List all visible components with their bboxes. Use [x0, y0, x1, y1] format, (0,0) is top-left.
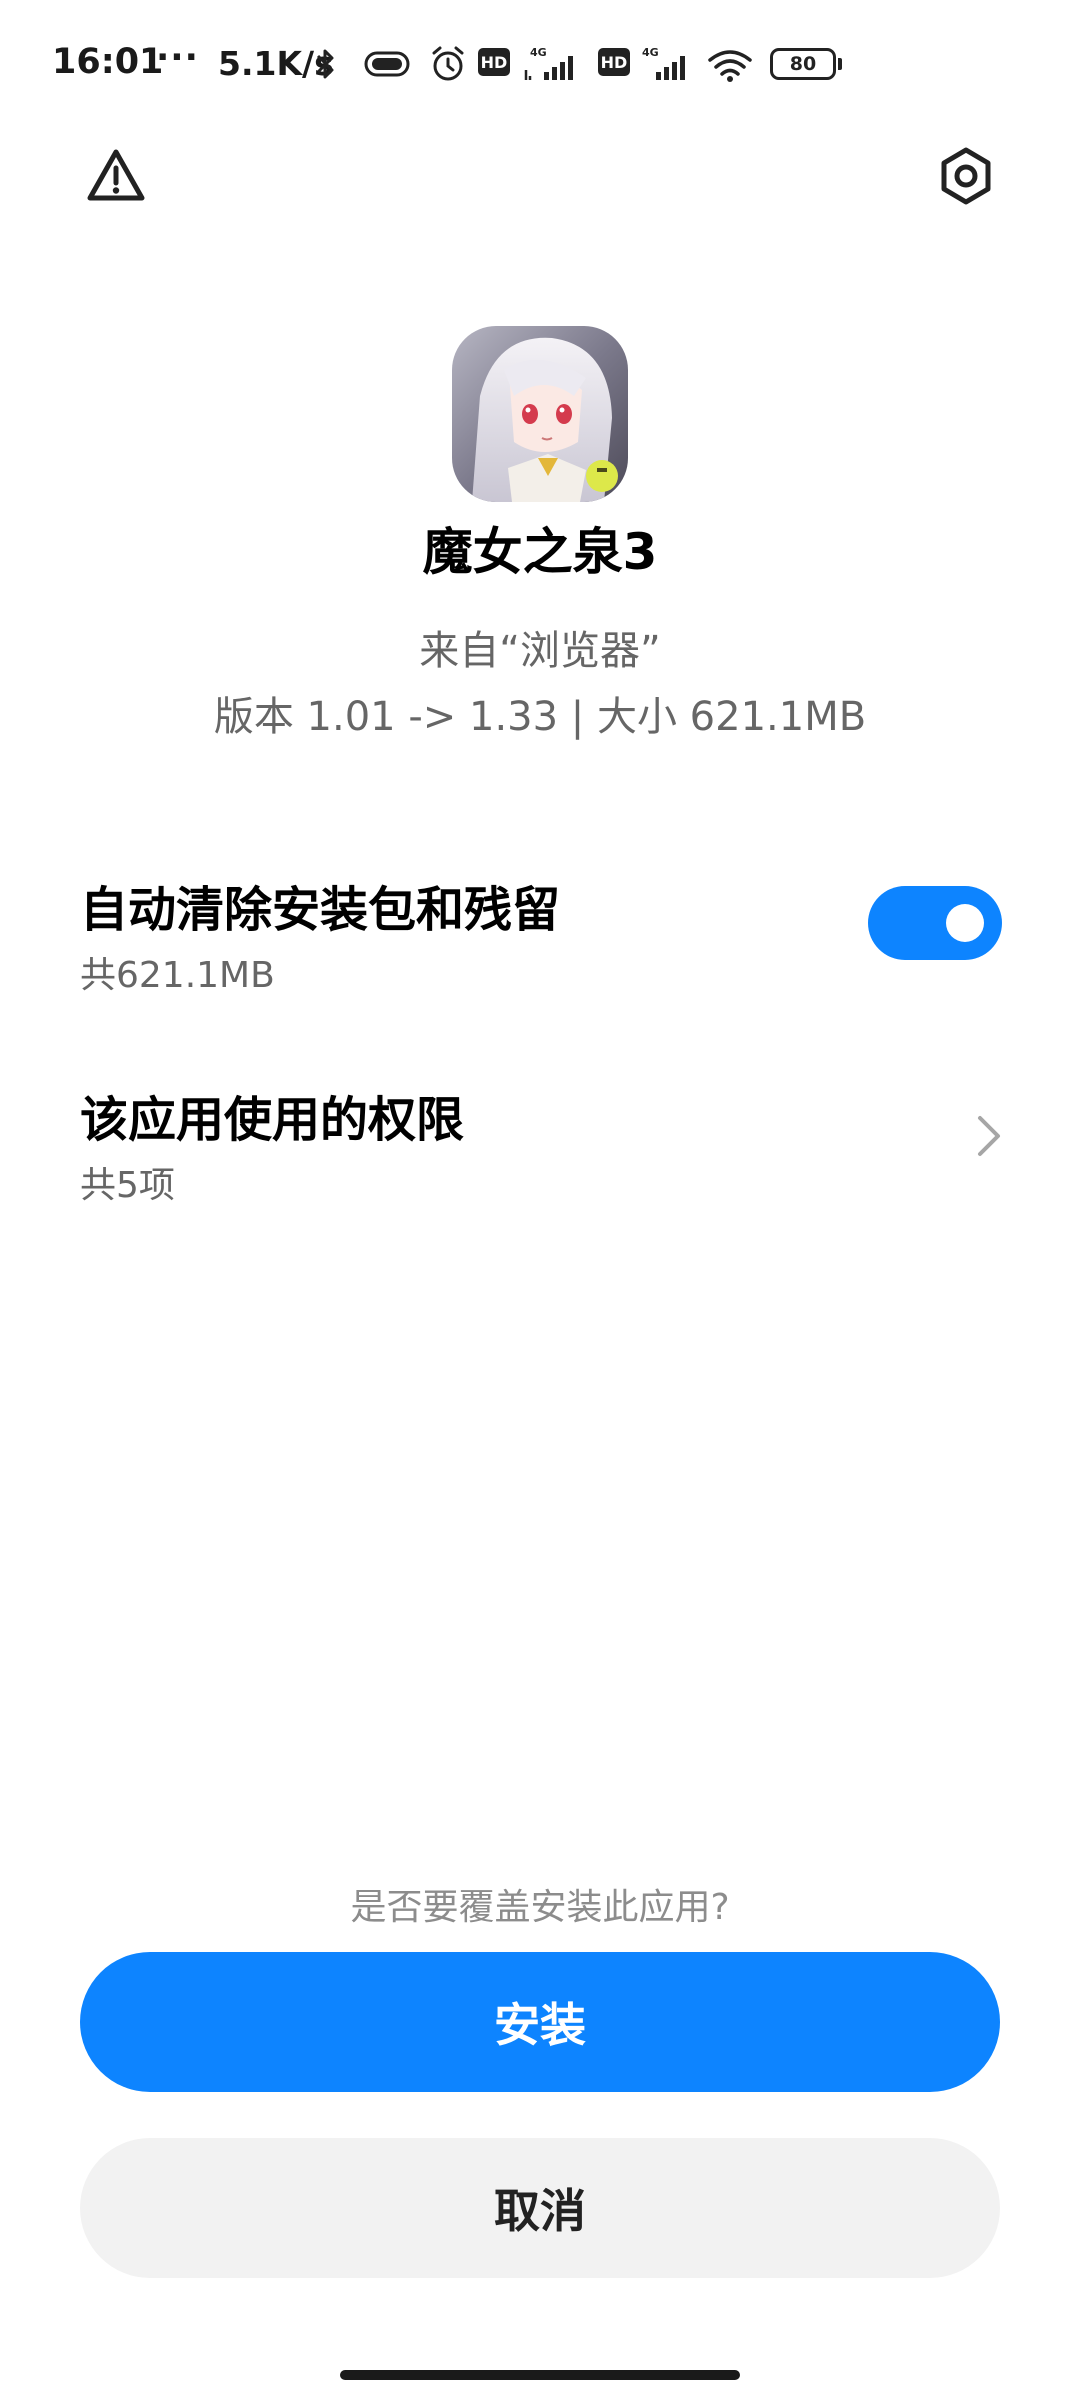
hd-badge-2: HD [598, 48, 630, 76]
hd-badge-1: HD [478, 48, 510, 76]
overwrite-prompt: 是否要覆盖安装此应用? [350, 1887, 730, 1928]
permissions-title: 该应用使用的权限 [80, 1092, 465, 1148]
bluetooth-icon [316, 49, 334, 79]
app-icon-artwork [452, 326, 628, 502]
install-button[interactable]: 安装 [80, 1952, 1000, 2092]
status-more-dots: ··· [156, 38, 199, 78]
install-screen: 16:01 ··· 5.1K/s HD 4G HD 4G 80 魔女之泉3 来自… [0, 0, 1080, 2400]
battery-icon: 80 [770, 48, 836, 80]
home-indicator[interactable] [340, 2370, 740, 2380]
sim2-network-label: 4G [642, 46, 659, 59]
auto-clean-title: 自动清除安装包和残留 [80, 882, 561, 938]
auto-clean-subtitle: 共621.1MB [80, 955, 275, 996]
app-source: 来自“浏览器” [419, 628, 661, 674]
permissions-row[interactable]: 该应用使用的权限 共5项 [80, 1080, 1000, 1208]
signal-icon-sim2: 4G [642, 46, 685, 80]
toggle-knob [946, 904, 984, 942]
status-time: 16:01 [52, 42, 164, 82]
alarm-icon [432, 46, 464, 81]
chevron-right-icon[interactable] [972, 1112, 1006, 1160]
battery-tip [838, 58, 842, 70]
auto-clean-toggle[interactable] [868, 886, 1002, 960]
sim1-network-label: 4G [530, 46, 547, 59]
permissions-subtitle: 共5项 [80, 1165, 175, 1206]
signal-icon-sim1: 4G [524, 46, 573, 80]
cancel-button[interactable]: 取消 [80, 2138, 1000, 2278]
settings-icon[interactable] [934, 144, 998, 208]
status-bar: 16:01 ··· 5.1K/s HD 4G HD 4G 80 [0, 0, 1080, 130]
wifi-icon [708, 50, 752, 82]
warning-icon[interactable] [84, 144, 148, 208]
auto-clean-row[interactable]: 自动清除安装包和残留 共621.1MB [80, 870, 1000, 998]
app-icon [452, 326, 628, 502]
app-version-size: 版本 1.01 -> 1.33 | 大小 621.1MB [213, 694, 867, 740]
app-name: 魔女之泉3 [422, 523, 658, 581]
vibrate-icon [364, 51, 410, 77]
